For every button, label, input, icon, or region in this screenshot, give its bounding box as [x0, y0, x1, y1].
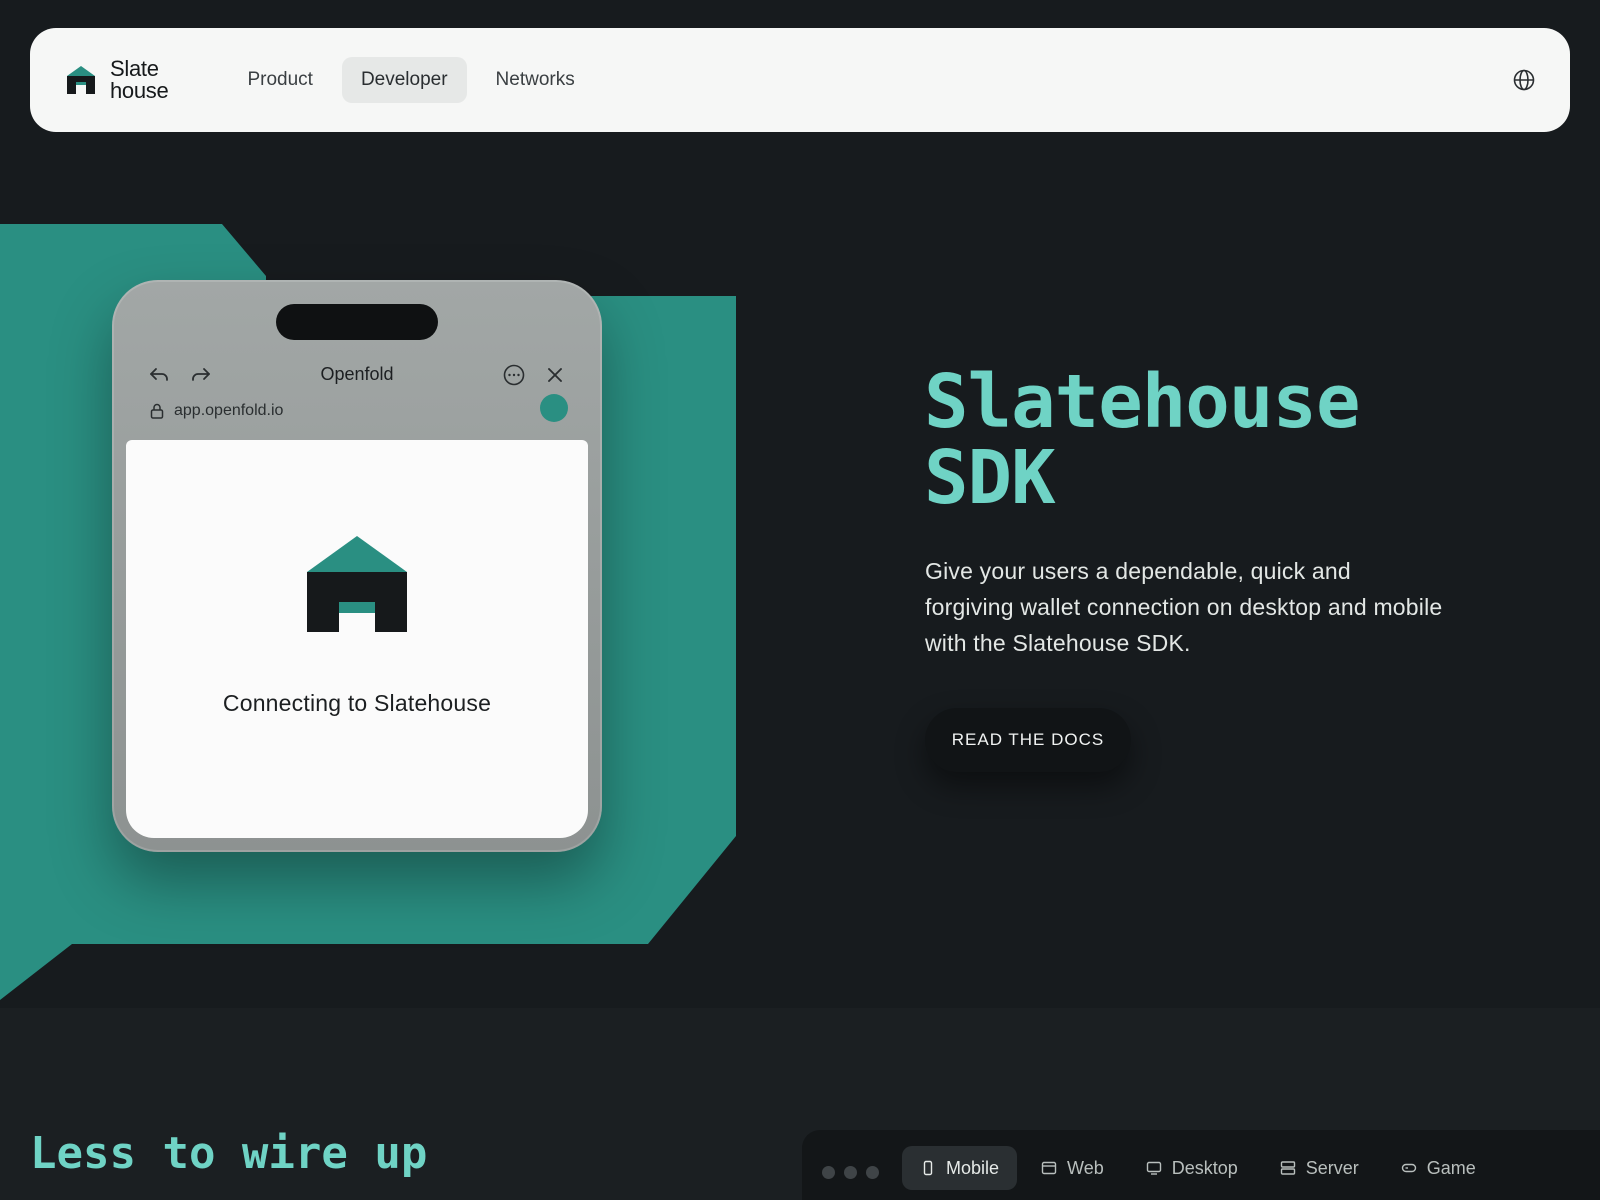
- brand-logo[interactable]: Slate house: [66, 56, 169, 103]
- phone-page-title: Openfold: [320, 364, 394, 384]
- hero-title: Slatehouse SDK: [924, 359, 1361, 521]
- hero-title-line1: Slatehouse: [924, 359, 1361, 445]
- hero-title-line2: SDK: [924, 435, 1056, 521]
- tab-label: Desktop: [1171, 1157, 1238, 1178]
- hero-description: Give your users a dependable, quick and …: [925, 558, 1443, 656]
- close-icon[interactable]: [544, 364, 566, 386]
- phone-notch: [276, 304, 438, 340]
- tab-mobile[interactable]: Mobile: [902, 1146, 1018, 1190]
- read-docs-button[interactable]: READ THE DOCS: [925, 708, 1131, 772]
- house-logo-icon: [307, 536, 407, 632]
- tab-game[interactable]: Game: [1383, 1146, 1494, 1190]
- section-title: Less to wire up: [30, 1128, 428, 1179]
- nav-links: Product Developer Networks: [228, 57, 593, 103]
- brand-name-line1: Slate: [110, 56, 159, 81]
- nav-link-developer[interactable]: Developer: [341, 57, 467, 103]
- tab-label: Web: [1067, 1157, 1104, 1178]
- browser-window-icon: [1041, 1161, 1057, 1175]
- monitor-icon: [1146, 1161, 1161, 1175]
- tab-label: Server: [1305, 1157, 1359, 1178]
- phone-url-text: app.openfold.io: [174, 402, 284, 419]
- platform-tabs: Mobile Web Desktop Server Game: [902, 1146, 1494, 1190]
- brand-name: Slate house: [110, 56, 169, 103]
- tab-desktop[interactable]: Desktop: [1128, 1146, 1256, 1190]
- tab-label: Mobile: [946, 1157, 1000, 1178]
- lock-icon: [150, 403, 164, 419]
- platform-tab-bar: Mobile Web Desktop Server Game: [802, 1130, 1600, 1200]
- tab-web[interactable]: Web: [1023, 1146, 1122, 1190]
- more-options-icon[interactable]: [502, 363, 526, 387]
- nav-link-networks[interactable]: Networks: [477, 57, 594, 103]
- wallet-status-indicator[interactable]: [540, 394, 568, 422]
- mobile-icon: [923, 1160, 933, 1176]
- globe-icon[interactable]: [1512, 68, 1536, 92]
- tab-label: Game: [1426, 1157, 1476, 1178]
- phone-address-bar[interactable]: app.openfold.io: [150, 402, 283, 420]
- connecting-status-text: Connecting to Slatehouse: [222, 690, 492, 716]
- nav-link-product[interactable]: Product: [228, 57, 331, 103]
- gamepad-icon: [1401, 1163, 1416, 1173]
- window-dots: [822, 1166, 879, 1179]
- phone-browser-toolbar: Openfold: [112, 354, 602, 396]
- features-section: Less to wire up Mobile Web Desktop Serve…: [0, 1008, 1600, 1200]
- brand-name-line2: house: [110, 78, 169, 103]
- phone-mockup: Openfold app.openfold.io Connecting to S…: [112, 280, 602, 852]
- top-navigation-bar: Slate house Product Developer Networks: [30, 28, 1570, 132]
- server-icon: [1280, 1161, 1295, 1175]
- phone-screen: Connecting to Slatehouse: [126, 440, 588, 838]
- house-logo-icon: [67, 66, 95, 94]
- tab-server[interactable]: Server: [1262, 1146, 1377, 1190]
